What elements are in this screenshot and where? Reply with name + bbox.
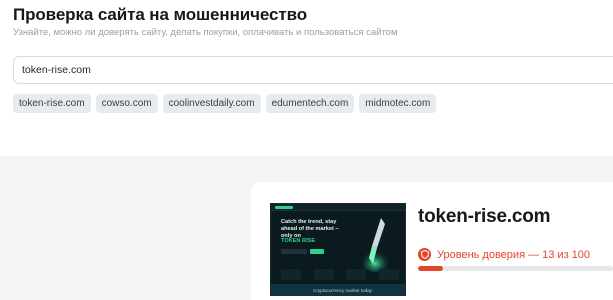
page-subtitle: Узнайте, можно ли доверять сайту, делать… (13, 27, 398, 38)
recent-chip[interactable]: cowso.com (95, 94, 158, 113)
recent-checks: token-rise.com cowso.com coolinvestdaily… (13, 94, 437, 113)
screenshot-input (281, 249, 307, 254)
trust-level: Уровень доверия — 13 из 100 (418, 248, 590, 261)
screenshot-button (310, 249, 324, 254)
trust-progress-bar (418, 266, 613, 271)
recent-chip[interactable]: edumentech.com (265, 94, 355, 113)
recent-chip[interactable]: midmotec.com (359, 94, 437, 113)
site-screenshot[interactable]: Catch the trend, stay ahead of the marke… (270, 203, 406, 296)
screenshot-headline: Catch the trend, stay ahead of the marke… (281, 219, 339, 239)
screenshot-footer-text: Cryptocurrency market today (313, 288, 372, 293)
recent-chip[interactable]: coolinvestdaily.com (162, 94, 261, 113)
rocket-icon (359, 218, 391, 272)
recent-chip[interactable]: token-rise.com (13, 94, 91, 113)
page-title: Проверка сайта на мошенничество (13, 5, 307, 24)
search-input[interactable] (14, 57, 613, 83)
trust-label: Уровень доверия — 13 из 100 (437, 248, 591, 261)
trust-progress-fill (418, 266, 444, 271)
search-field[interactable] (13, 56, 613, 84)
screenshot-stats (281, 269, 399, 280)
screenshot-nav (271, 204, 405, 211)
shield-icon (418, 248, 431, 261)
result-domain: token-rise.com (418, 206, 551, 227)
search-section: Проверка сайта на мошенничество Узнайте,… (0, 0, 613, 156)
screenshot-brand: TOKEN RISE (281, 238, 316, 244)
screenshot-footer: Cryptocurrency market today (271, 284, 405, 295)
